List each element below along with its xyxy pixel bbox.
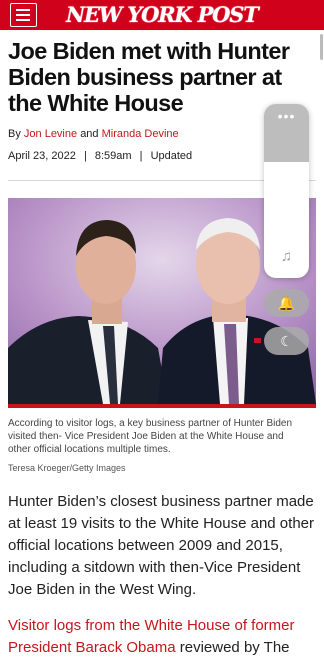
- byline: By Jon Levine and Miranda Devine: [8, 128, 179, 140]
- author-link-2[interactable]: Miranda Devine: [102, 128, 179, 140]
- floating-side-panel[interactable]: ••• ♫: [264, 104, 309, 278]
- publish-time: 8:59am: [94, 150, 132, 162]
- panel-header[interactable]: •••: [264, 104, 309, 162]
- time-separator: |: [139, 150, 143, 162]
- more-options-icon[interactable]: •••: [264, 108, 309, 124]
- date-separator: |: [83, 150, 87, 162]
- article-paragraph-1: Hunter Biden’s closest business partner …: [8, 493, 314, 598]
- music-icon[interactable]: ♫: [264, 248, 309, 265]
- site-header: NEW YORK POST: [0, 0, 324, 30]
- updated-label: Updated: [150, 150, 193, 162]
- photo-caption: According to visitor logs, a key busines…: [8, 418, 293, 455]
- site-logo[interactable]: NEW YORK POST: [66, 2, 259, 28]
- byline-prefix: By: [8, 128, 21, 140]
- dateline: April 23, 2022 | 8:59am | Updated: [8, 150, 192, 162]
- publish-date: April 23, 2022: [8, 150, 76, 162]
- byline-and: and: [80, 128, 99, 140]
- photo-credit: Teresa Kroeger/Getty Images: [8, 463, 126, 473]
- author-link-1[interactable]: Jon Levine: [24, 128, 77, 140]
- photo-accent-bar: [8, 404, 316, 408]
- page-scrollbar[interactable]: [320, 34, 323, 60]
- hamburger-menu-icon[interactable]: [10, 3, 37, 27]
- notification-bell-icon[interactable]: 🔔: [264, 289, 309, 317]
- article-headline: Joe Biden met with Hunter Biden business…: [8, 38, 290, 116]
- article-paragraph-2: Visitor logs from the White House of for…: [8, 615, 314, 658]
- dark-mode-moon-icon[interactable]: ☾: [264, 327, 309, 355]
